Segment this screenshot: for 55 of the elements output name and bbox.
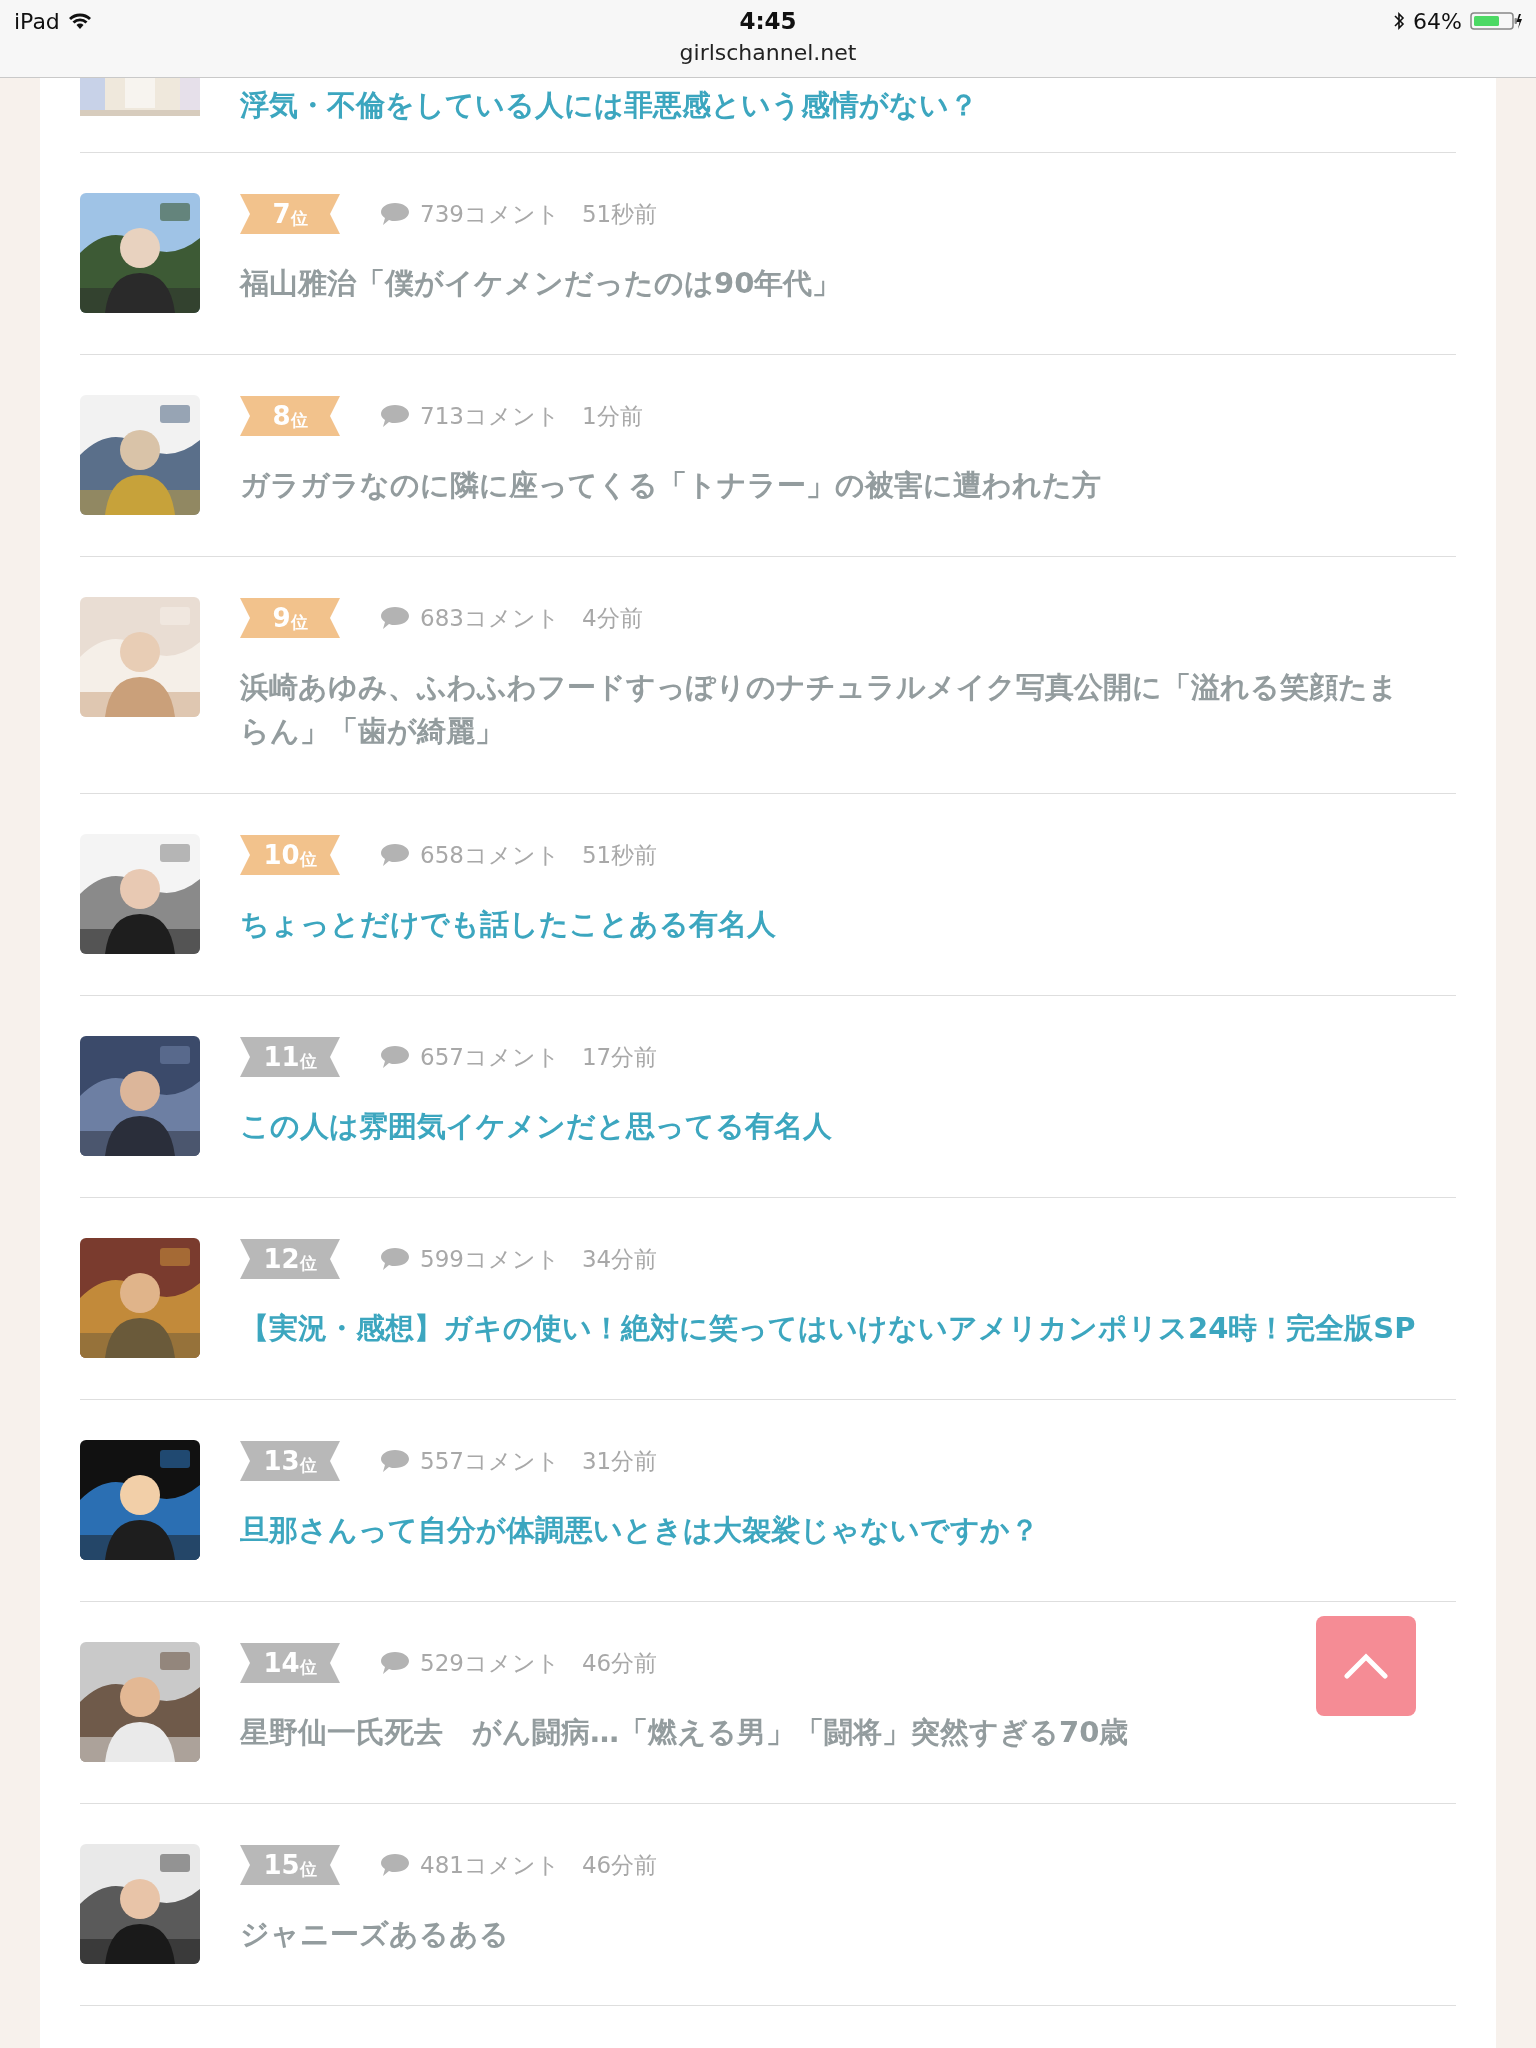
topic-title-link[interactable]: ジャニーズあるある [240,1912,1456,1956]
scroll-to-top-button[interactable] [1316,1616,1416,1716]
post-time: 31分前 [581,1446,658,1476]
comment-count: 481コメント [420,1850,560,1880]
comment-count: 658コメント [420,840,560,870]
post-time: 46分前 [581,1648,658,1678]
post-time: 51秒前 [581,840,658,870]
comment-count: 599コメント [420,1244,560,1274]
url-label[interactable]: girlschannel.net [679,40,857,65]
topic-title-link[interactable]: 旦那さんって自分が体調悪いときは大袈裟じゃないですか？ [240,1508,1456,1552]
post-time: 51秒前 [581,199,658,229]
post-time: 1分前 [581,401,643,431]
comment-icon [380,201,410,227]
rank-badge: 7位 [240,194,340,234]
comment-icon [380,1852,410,1878]
rank-badge: 11位 [240,1037,340,1077]
clock-time: 4:45 [739,8,797,34]
post-time: 4分前 [581,603,643,633]
bluetooth-icon [1393,11,1406,31]
comment-count: 683コメント [420,603,560,633]
carrier-label: iPad [14,8,60,34]
comment-count: 557コメント [420,1446,560,1476]
comment-icon [380,403,410,429]
wifi-icon [67,12,92,30]
topic-title-link[interactable]: ちょっとだけでも話したことある有名人 [240,902,1456,946]
rank-badge: 8位 [240,396,340,436]
comment-count: 657コメント [420,1042,560,1072]
comment-icon [380,1246,410,1272]
post-time: 46分前 [581,1850,658,1880]
rank-badge: 10位 [240,835,340,875]
rank-badge: 14位 [240,1643,340,1683]
comment-count: 529コメント [420,1648,560,1678]
battery-icon [1470,11,1522,31]
comment-icon [380,1650,410,1676]
post-time: 17分前 [581,1042,658,1072]
comment-icon [380,1044,410,1070]
topic-title-link[interactable]: 【実況・感想】ガキの使い！絶対に笑ってはいけないアメリカンポリス24時！完全版SP [240,1306,1456,1350]
rank-badge: 12位 [240,1239,340,1279]
comment-icon [380,1448,410,1474]
rank-badge: 13位 [240,1441,340,1481]
chevron-up-icon [1344,1653,1388,1679]
comment-count: 713コメント [420,401,560,431]
topic-title-link[interactable]: 福山雅治「僕がイケメンだったのは90年代」 [240,261,1456,305]
topic-title-link[interactable]: ガラガラなのに隣に座ってくる「トナラー」の被害に遭われた方 [240,463,1456,507]
topic-title-link[interactable]: 星野仙一氏死去 がん闘病…「燃える男」「闘将」突然すぎる70歳 [240,1710,1456,1754]
topic-title-link[interactable]: 浮気・不倫をしている人には罪悪感という感情がない？ [240,83,1018,127]
battery-percent: 64% [1413,8,1462,34]
post-time: 34分前 [581,1244,658,1274]
rank-badge: 15位 [240,1845,340,1885]
comment-icon [380,842,410,868]
comment-count: 739コメント [420,199,560,229]
topic-title-link[interactable]: この人は雰囲気イケメンだと思ってる有名人 [240,1104,1456,1148]
topic-title-link[interactable]: 浜崎あゆみ、ふわふわフードすっぽりのナチュラルメイク写真公開に「溢れる笑顔たまらん」「歯が綺麗」 [240,665,1456,753]
rank-badge: 9位 [240,598,340,638]
comment-icon [380,605,410,631]
